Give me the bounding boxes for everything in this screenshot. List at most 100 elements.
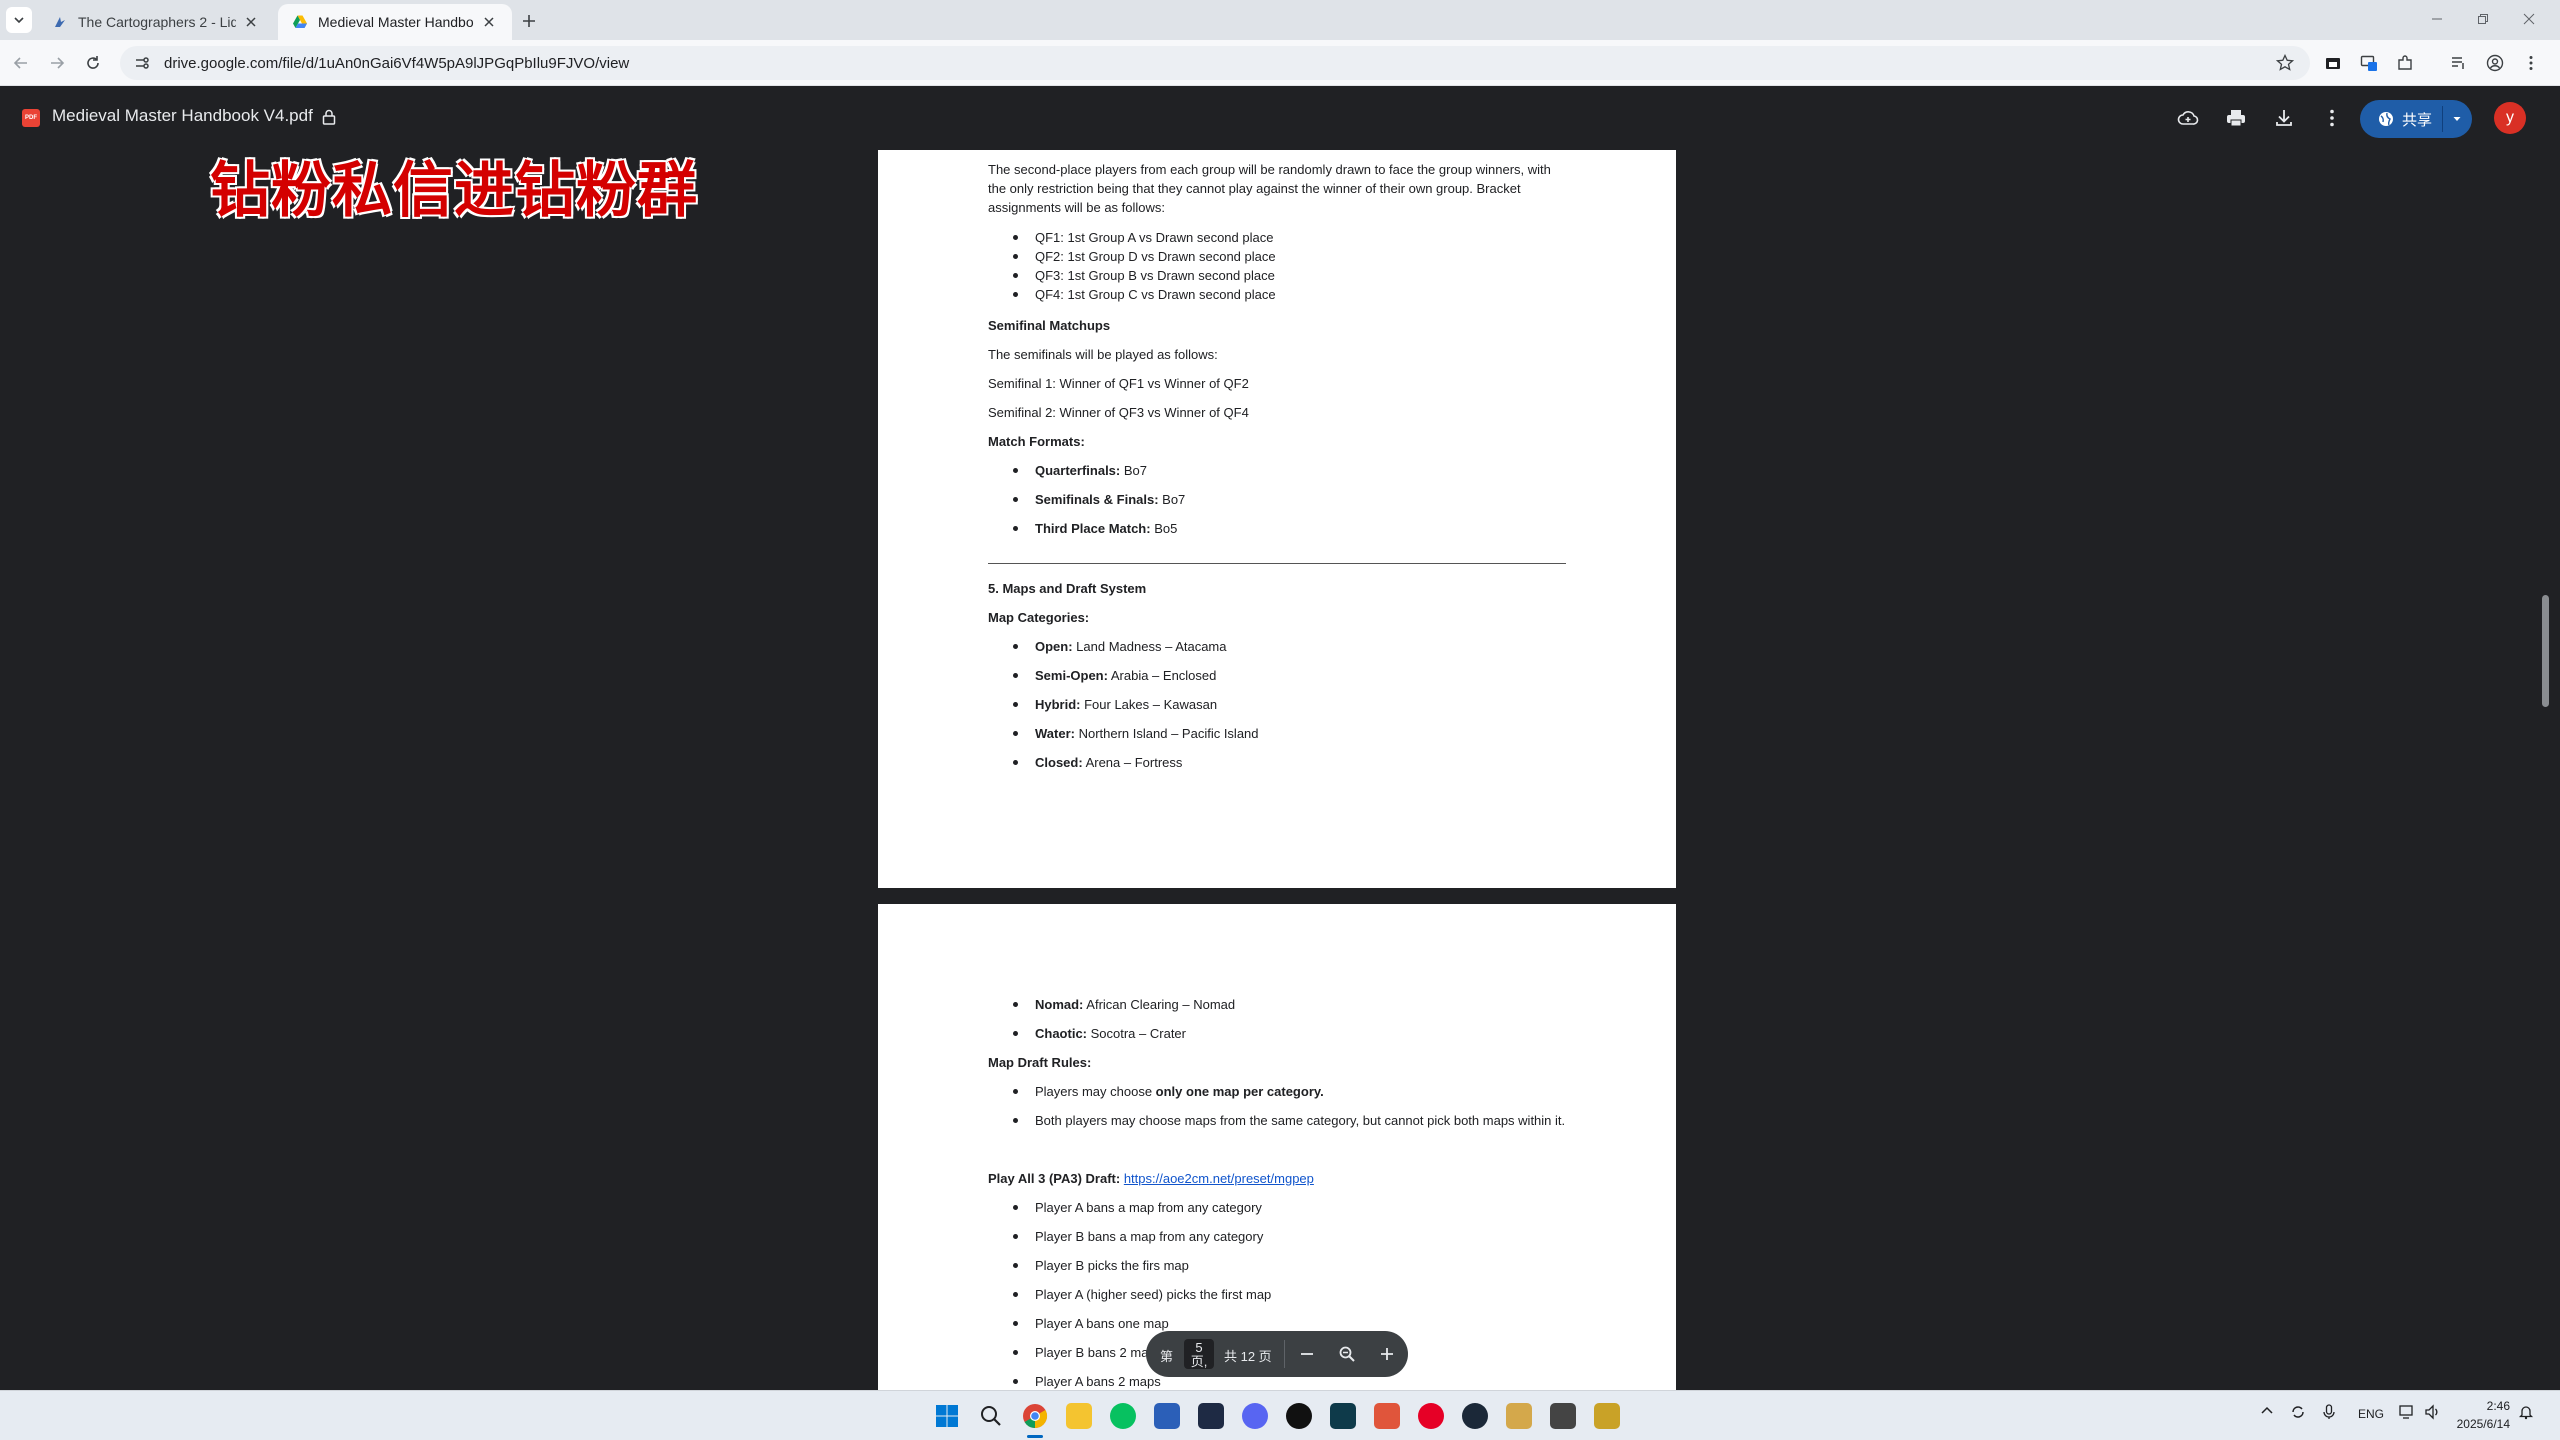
- app-taskbar-app[interactable]: [1374, 1403, 1400, 1429]
- section-heading: Map Categories:: [988, 610, 1090, 625]
- storefront-icon: [2326, 58, 2340, 69]
- qq-taskbar-app[interactable]: [1286, 1403, 1312, 1429]
- viewer-scrollbar[interactable]: [2538, 150, 2560, 1390]
- bookmark-star-button[interactable]: [2272, 50, 2298, 76]
- add-to-drive-button[interactable]: [2174, 104, 2202, 132]
- list-item: Closed: Arena – Fortress: [988, 753, 1568, 772]
- game-taskbar-app[interactable]: [1198, 1403, 1224, 1429]
- reload-button[interactable]: [80, 50, 106, 76]
- puzzle-icon: [2398, 55, 2412, 70]
- share-button[interactable]: 共享: [2360, 100, 2472, 138]
- sync-icon[interactable]: [2290, 1404, 2306, 1423]
- arrow-right-icon: [51, 57, 65, 69]
- list-item: Player B picks the firs map: [988, 1256, 1568, 1275]
- quarterfinal-list: QF1: 1st Group A vs Drawn second place Q…: [988, 228, 1568, 304]
- tray-overflow-icon[interactable]: [2260, 1404, 2274, 1421]
- discord-taskbar-app[interactable]: [1242, 1403, 1268, 1429]
- tab-title: The Cartographers 2 - Liquip: [78, 14, 236, 30]
- chrome-icon: [1023, 1404, 1048, 1428]
- tab-title: Medieval Master Handbook: [318, 14, 474, 30]
- pa3-draft-line: Play All 3 (PA3) Draft: https://aoe2cm.n…: [988, 1171, 1314, 1186]
- magnifier-icon: [1339, 1346, 1355, 1362]
- download-button[interactable]: [2270, 104, 2298, 132]
- network-icon[interactable]: [2398, 1404, 2416, 1423]
- app-taskbar-app[interactable]: [1550, 1403, 1576, 1429]
- zoom-fit-button[interactable]: [1335, 1342, 1359, 1366]
- browser-menu-button[interactable]: [2518, 50, 2544, 76]
- close-tab-icon[interactable]: [242, 13, 260, 31]
- taskbar-search-button[interactable]: [978, 1403, 1004, 1429]
- input-language-indicator[interactable]: ENG: [2358, 1407, 2384, 1421]
- active-app-indicator: [1027, 1435, 1043, 1438]
- extension-store-button[interactable]: [2320, 50, 2346, 76]
- chrome-taskbar-app[interactable]: [1022, 1403, 1048, 1429]
- list-item: Open: Land Madness – Atacama: [988, 637, 1568, 656]
- tab-search-button[interactable]: [6, 7, 32, 33]
- avatar[interactable]: y: [2494, 102, 2526, 134]
- paragraph: Semifinal 2: Winner of QF3 vs Winner of …: [988, 405, 1249, 420]
- list-item: QF1: 1st Group A vs Drawn second place: [988, 228, 1568, 247]
- forward-button[interactable]: [44, 50, 70, 76]
- back-button[interactable]: [8, 50, 34, 76]
- steam-taskbar-app[interactable]: [1462, 1403, 1488, 1429]
- extensions-button[interactable]: [2392, 50, 2418, 76]
- translate-extension-button[interactable]: [2356, 50, 2382, 76]
- pa3-draft-link[interactable]: https://aoe2cm.net/preset/mgpep: [1124, 1171, 1314, 1186]
- page-number-input[interactable]: 5 页,: [1184, 1339, 1214, 1369]
- list-item: Semifinals & Finals: Bo7: [988, 490, 1568, 509]
- section-heading: 5. Maps and Draft System: [988, 581, 1147, 596]
- app-taskbar-app[interactable]: [1506, 1403, 1532, 1429]
- print-button[interactable]: [2222, 104, 2250, 132]
- playlist-icon: [2452, 57, 2464, 69]
- liquipedia-favicon-icon: [55, 17, 65, 27]
- new-tab-button[interactable]: [518, 10, 540, 32]
- list-item: Quarterfinals: Bo7: [988, 461, 1568, 480]
- list-item: Third Place Match: Bo5: [988, 519, 1568, 538]
- map-categories-list: Nomad: African Clearing – Nomad Chaotic:…: [988, 995, 1568, 1043]
- cloud-add-icon: [2177, 111, 2199, 125]
- section-heading: Map Draft Rules:: [988, 1055, 1092, 1070]
- media-controls-button[interactable]: [2446, 50, 2472, 76]
- file-explorer-taskbar-app[interactable]: [1066, 1403, 1092, 1429]
- tab-medieval-handbook[interactable]: Medieval Master Handbook: [278, 4, 512, 40]
- site-info-icon[interactable]: [134, 55, 150, 71]
- zoom-in-button[interactable]: [1375, 1342, 1399, 1366]
- match-formats-list: Quarterfinals: Bo7 Semifinals & Finals: …: [988, 461, 1568, 538]
- wechat-taskbar-app[interactable]: [1110, 1403, 1136, 1429]
- url-text[interactable]: drive.google.com/file/d/1uAn0nGai6Vf4W5p…: [164, 55, 629, 72]
- minimize-window-button[interactable]: [2424, 6, 2450, 32]
- tab-cartographers[interactable]: The Cartographers 2 - Liquip: [38, 4, 274, 40]
- map-categories-list: Open: Land Madness – Atacama Semi-Open: …: [988, 637, 1568, 772]
- clock-time: 2:46: [2486, 1399, 2510, 1413]
- google-drive-favicon-icon: [293, 15, 307, 28]
- windows-taskbar: ENG 2:46 2025/6/14: [0, 1390, 2560, 1440]
- netease-music-taskbar-app[interactable]: [1418, 1403, 1444, 1429]
- photos-taskbar-app[interactable]: [1154, 1403, 1180, 1429]
- page-suffix: 页,: [1190, 1354, 1208, 1369]
- document-title: Medieval Master Handbook V4.pdf: [52, 106, 313, 125]
- notifications-icon[interactable]: [2518, 1404, 2534, 1423]
- microphone-icon[interactable]: [2322, 1404, 2336, 1423]
- more-actions-button[interactable]: [2318, 104, 2346, 132]
- close-window-button[interactable]: [2516, 6, 2542, 32]
- page-prefix: 第: [1160, 1349, 1174, 1364]
- list-item: Players may choose only one map per cate…: [988, 1082, 1568, 1101]
- paragraph: Semifinal 1: Winner of QF1 vs Winner of …: [988, 376, 1249, 391]
- zoom-out-button[interactable]: [1295, 1342, 1319, 1366]
- restore-icon: [2478, 14, 2488, 24]
- app-taskbar-app[interactable]: [1330, 1403, 1356, 1429]
- start-button[interactable]: [934, 1403, 960, 1429]
- dropdown-caret-icon[interactable]: [2452, 114, 2462, 124]
- profile-button[interactable]: [2482, 50, 2508, 76]
- overlay-banner-text: 钻粉私信进钻粉群: [210, 156, 698, 226]
- list-item: Hybrid: Four Lakes – Kawasan: [988, 695, 1568, 714]
- close-tab-icon[interactable]: [480, 13, 498, 31]
- restore-window-button[interactable]: [2470, 6, 2496, 32]
- lock-icon: [322, 109, 336, 125]
- aoe-taskbar-app[interactable]: [1594, 1403, 1620, 1429]
- chevron-down-icon: [14, 17, 24, 24]
- more-vert-icon: [2529, 56, 2533, 70]
- address-bar[interactable]: drive.google.com/file/d/1uAn0nGai6Vf4W5p…: [120, 46, 2310, 80]
- scrollbar-thumb[interactable]: [2542, 595, 2549, 707]
- taskbar-clock[interactable]: 2:46 2025/6/14: [2440, 1397, 2510, 1433]
